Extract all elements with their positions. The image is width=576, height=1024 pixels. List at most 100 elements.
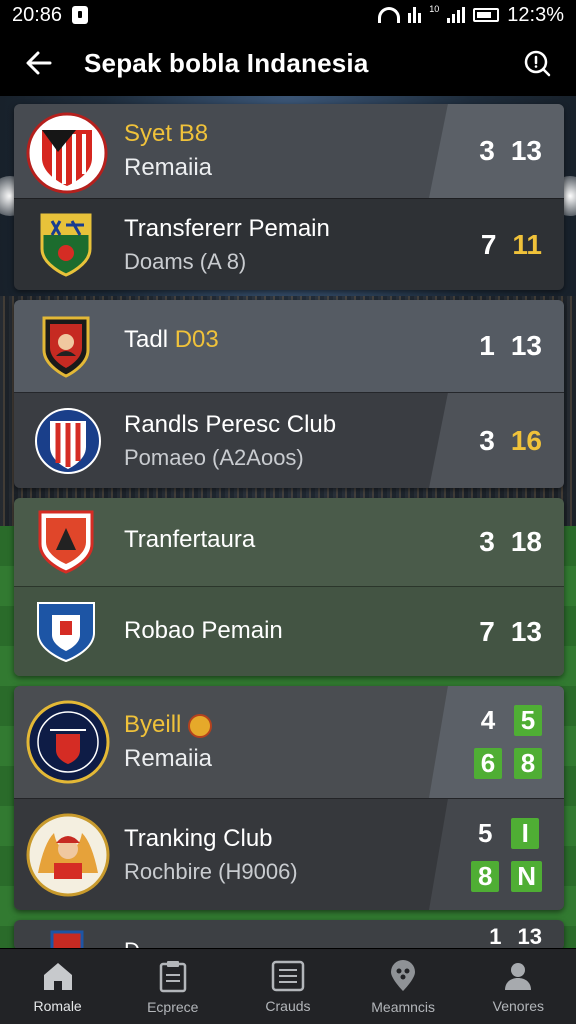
app-bar: Sepak bobla Indanesia [0,30,576,96]
club-row[interactable]: Randls Peresc Club Pomaeo (A2Aoos) 3 16 [14,392,564,488]
club-card: Tadl D03 1 13 Randls Peresc Club Pomaeo … [14,300,564,488]
score-bot-b: 8 [514,748,542,779]
score-panel: 7 11 [429,199,564,290]
score-b: 16 [510,424,542,456]
club-row[interactable]: Tranking Club Rochbire (H9006) 5I 8N [14,798,564,910]
score-bot-a: 6 [474,748,502,779]
bottom-nav: Romale Ecprece Crauds Meamncis Venores [0,948,576,1024]
club-row[interactable]: D 1 13 [14,920,564,950]
club-names: Syet B8 Remaiia [124,120,212,182]
football-icon [188,713,213,738]
nav-item-profile[interactable]: Venores [470,960,566,1014]
signal-icon [447,7,466,23]
score-top-a: 5 [477,817,493,848]
club-crest [34,599,98,665]
score-panel: 3 13 [429,104,564,198]
club-list: Syet B8 Remaiia 3 13 Transfererr Pemain … [14,104,564,960]
club-card: Tranfertaura 3 18 Robao Pemain 7 13 [14,498,564,676]
club-crest [26,700,110,784]
score-grid: 5I 8N [471,817,542,892]
nav-item-home[interactable]: Romale [10,960,106,1014]
club-subtitle: Remaiia [124,154,213,181]
vibrate-icon [408,7,422,23]
signal-label: 10 [429,4,440,14]
club-name: Randls Peresc Club [124,410,337,438]
score-b: 13 [510,330,542,361]
club-card: D 1 13 [14,920,564,950]
score-grid: 45 68 [474,705,542,779]
score-a: 1 [489,924,502,949]
score-bot-b: N [511,860,542,892]
back-button[interactable] [22,46,56,80]
club-names: Randls Peresc Club Pomaeo (A2Aoos) [124,411,336,471]
score-top-b: I [511,817,540,849]
club-crest [34,405,102,477]
search-button[interactable] [520,46,554,80]
score-bot-a: 8 [471,860,500,892]
nav-label: Meamncis [371,998,436,1015]
club-subtitle: Pomaeo (A2Aoos) [124,444,304,470]
score-b: 13 [510,615,542,647]
score-panel: 3 18 [429,498,564,586]
club-row[interactable]: Byeill Remaiia 45 68 [14,686,564,798]
club-row[interactable]: Robao Pemain 7 13 [14,586,564,676]
club-subtitle: Doams (A 8) [124,248,247,274]
wifi-icon [378,7,401,23]
club-name: Tranfertaura [124,526,256,553]
clipboard-icon [159,960,187,992]
score-top-a: 4 [480,705,496,735]
arrow-left-icon [26,51,52,75]
nav-label: Romale [33,997,82,1014]
club-row[interactable]: Syet B8 Remaiia 3 13 [14,104,564,198]
score-b: 18 [510,526,542,557]
club-names: Robao Pemain [124,617,283,645]
score-a: 3 [479,135,495,166]
score-panel: 1 13 [429,300,564,392]
nav-label: Ecprece [147,998,199,1015]
score-a: 3 [479,424,495,456]
score-a: 1 [479,330,495,361]
status-time: 20:86 [12,3,63,26]
club-card: Syet B8 Remaiia 3 13 Transfererr Pemain … [14,104,564,290]
score-panel: 1 13 [429,920,564,950]
score-a: 7 [479,615,495,647]
club-crest [26,112,108,194]
nav-label: Crauds [265,997,311,1014]
club-row[interactable]: Transfererr Pemain Doams (A 8) 7 11 [14,198,564,290]
score-top-b: 5 [514,705,542,736]
nav-item-list[interactable]: Crauds [240,960,336,1014]
club-names: Tranking Club Rochbire (H9006) [124,825,298,885]
search-icon [524,50,551,77]
club-name: Byeill [124,711,213,739]
club-crest [50,930,84,950]
notification-icon [72,6,89,24]
club-row[interactable]: Tadl D03 1 13 [14,300,564,392]
score-b: 13 [517,924,542,949]
battery-level: 12:3% [507,3,564,26]
club-crest [42,316,90,378]
club-row[interactable]: Tranfertaura 3 18 [14,498,564,586]
nav-label: Venores [492,997,545,1014]
club-names: Byeill Remaiia [124,711,213,773]
person-icon [505,962,532,990]
club-card: Byeill Remaiia 45 68 Tranking Club Rochb… [14,686,564,910]
club-names: Transfererr Pemain Doams (A 8) [124,215,330,275]
club-name: Tadl D03 [124,326,219,353]
club-crest [38,510,94,574]
club-name: Robao Pemain [124,617,283,644]
battery-icon [473,8,500,22]
nav-item-location[interactable]: Meamncis [355,959,451,1015]
club-names: Tranfertaura [124,526,255,554]
club-crest [26,813,110,897]
page-title: Sepak bobla Indanesia [84,47,369,78]
list-icon [271,960,305,991]
club-name: Syet B8 [124,120,209,147]
score-panel: 3 16 [429,393,564,488]
score-b: 13 [510,135,542,166]
score-a: 3 [479,526,495,557]
club-crest [40,213,92,277]
club-subtitle: Rochbire (H9006) [124,858,298,884]
nav-item-clipboard[interactable]: Ecprece [125,959,221,1015]
club-name: Tranking Club [124,824,273,852]
club-names: Tadl D03 [124,326,219,354]
